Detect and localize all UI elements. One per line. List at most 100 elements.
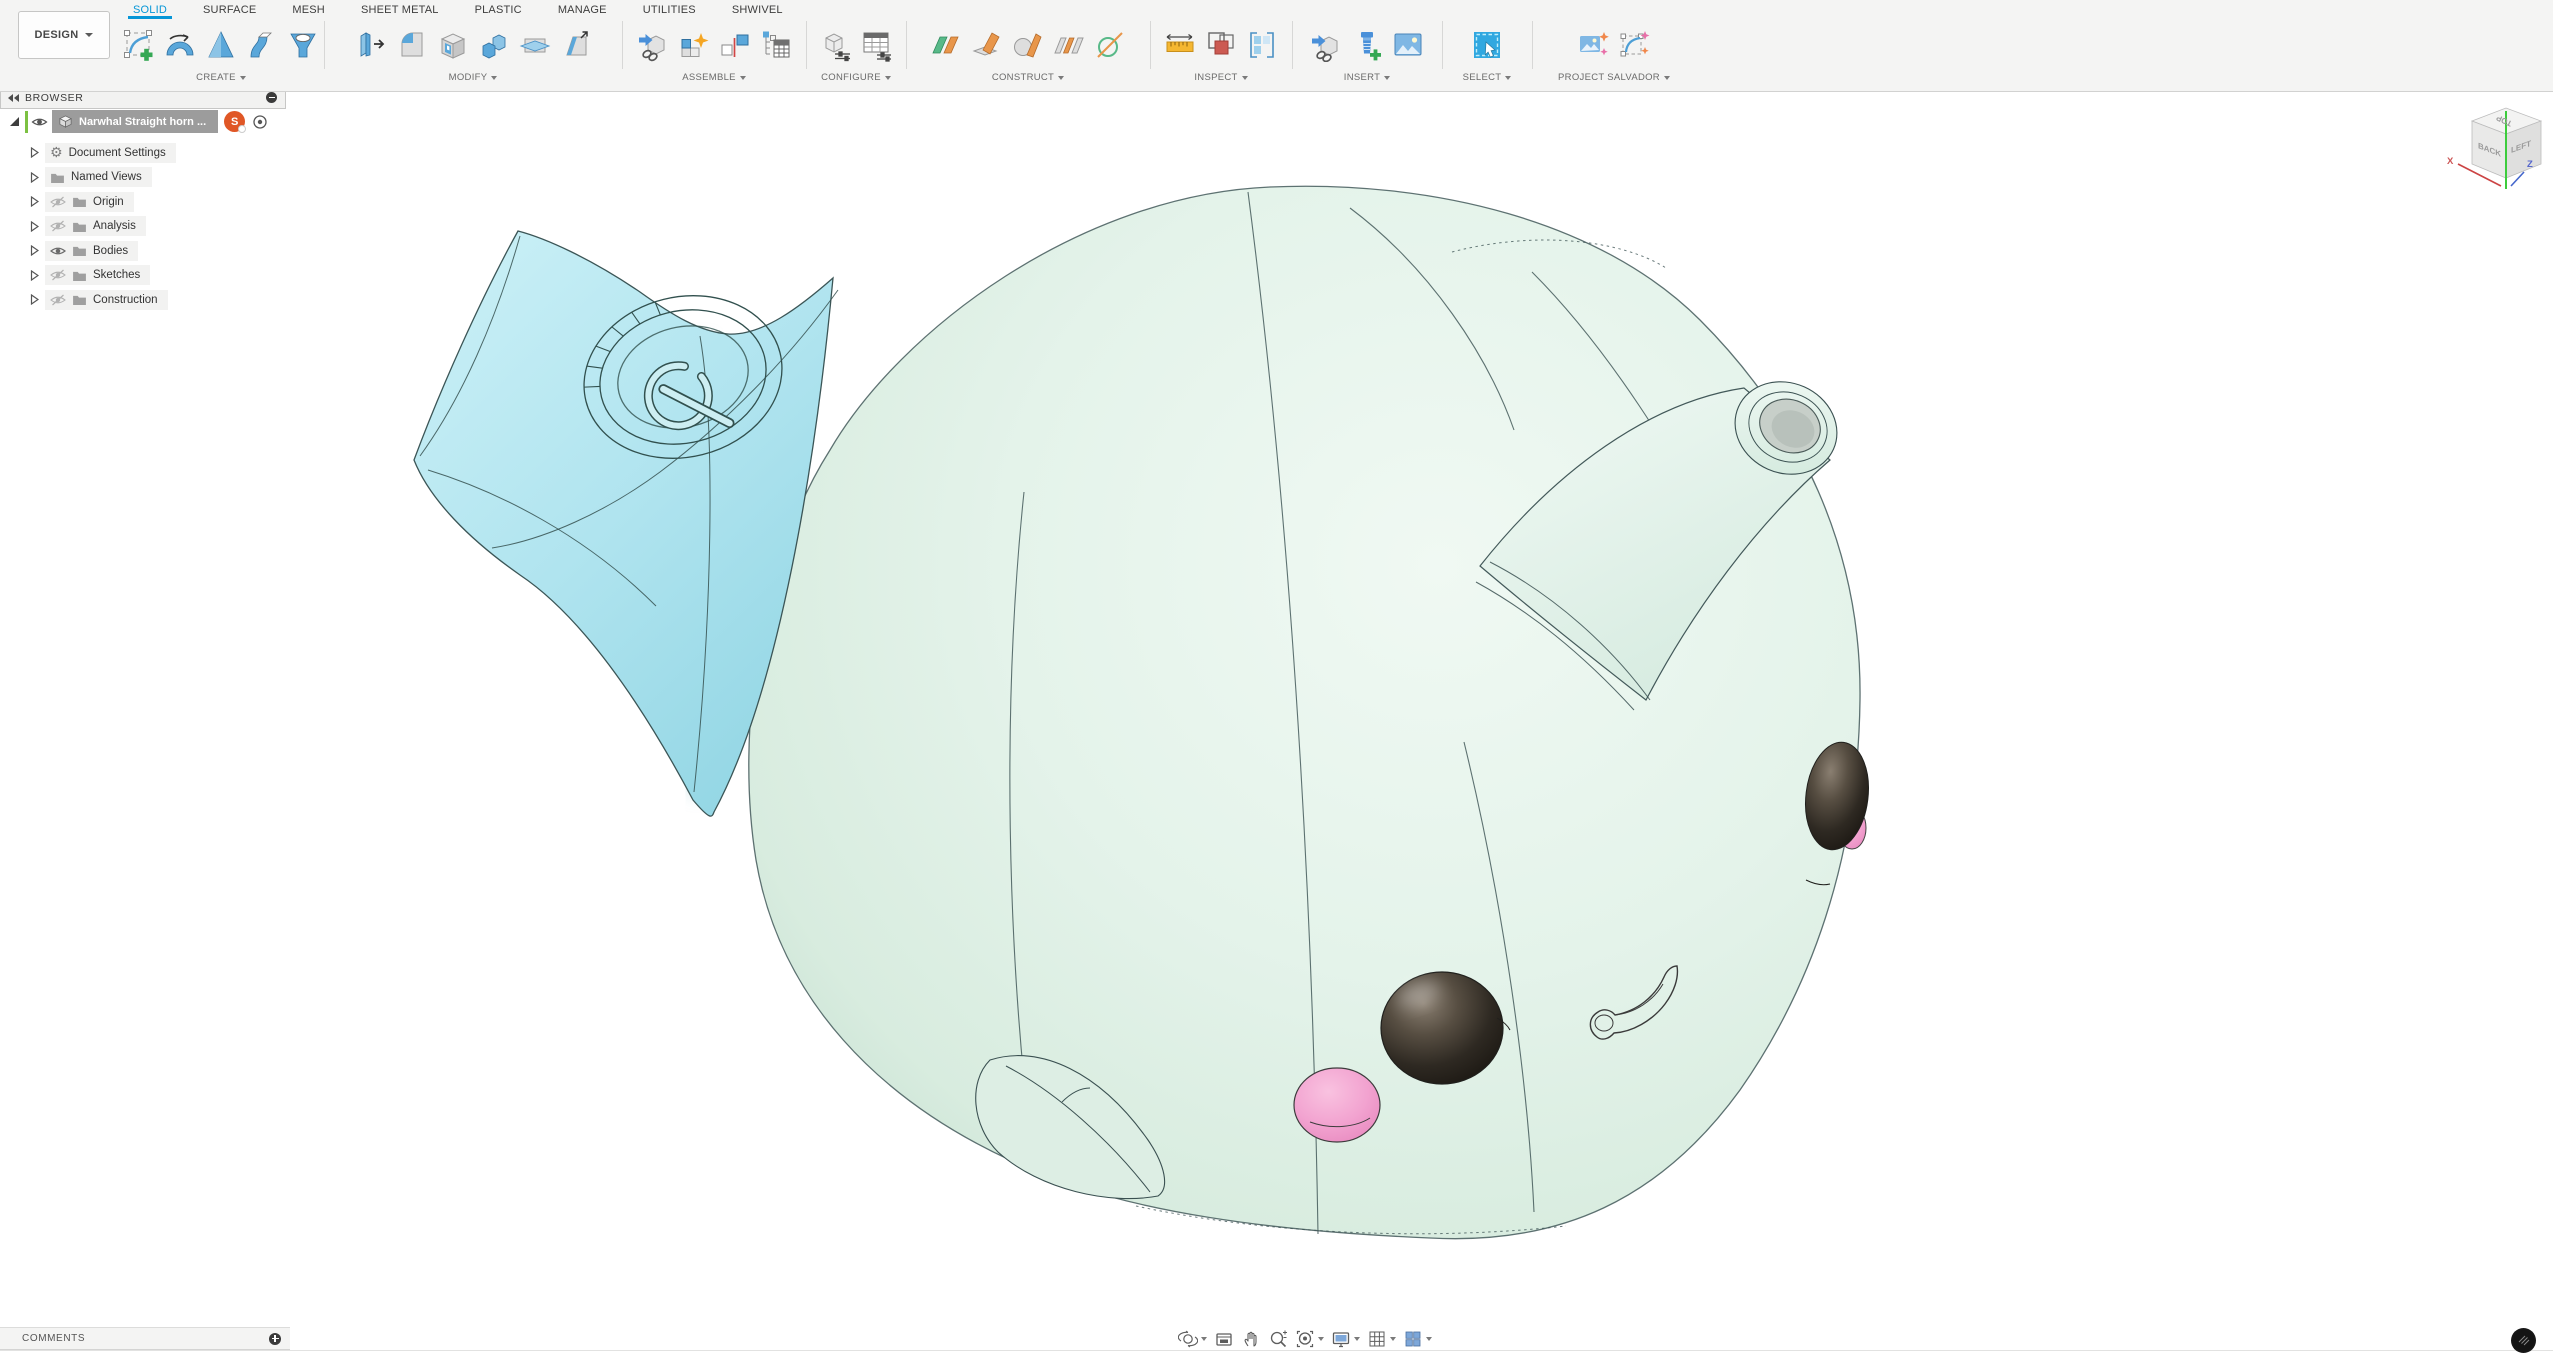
pan-icon[interactable] — [1241, 1329, 1261, 1349]
measure-icon[interactable] — [1163, 28, 1197, 62]
dropdown-caret-icon — [1384, 76, 1390, 80]
view-cube[interactable]: TOP BACK LEFT X Z — [2435, 95, 2553, 215]
press-pull-icon[interactable] — [354, 28, 388, 62]
browser-row-named-views[interactable]: Named Views — [30, 167, 152, 188]
add-comment-icon[interactable] — [269, 1333, 281, 1345]
offset-plane-icon[interactable] — [929, 28, 963, 62]
eye-icon[interactable] — [50, 245, 66, 257]
group-label-assemble[interactable]: ASSEMBLE — [682, 72, 746, 83]
activate-component-icon[interactable] — [252, 114, 268, 130]
eye-hidden-icon[interactable] — [50, 220, 66, 232]
comments-bar[interactable]: COMMENTS — [0, 1327, 290, 1350]
display-settings-icon[interactable] — [1331, 1329, 1360, 1349]
plane-at-angle-icon[interactable] — [970, 28, 1004, 62]
browser-row-analysis[interactable]: Analysis — [30, 216, 146, 237]
dropdown-caret-icon — [1390, 1337, 1396, 1341]
group-label-insert[interactable]: INSERT — [1344, 72, 1390, 83]
group-label-create[interactable]: CREATE — [196, 72, 246, 83]
dropdown-caret-icon — [1426, 1337, 1432, 1341]
eye-hidden-icon[interactable] — [50, 196, 66, 208]
ai-sketch-icon[interactable] — [1618, 28, 1652, 62]
fit-icon[interactable] — [1295, 1329, 1324, 1349]
draft-icon[interactable] — [559, 28, 593, 62]
folder-icon — [72, 294, 87, 305]
toolbar: DESIGN SOLID SURFACE MESH SHEET METAL PL… — [0, 0, 2553, 92]
canvas-icon[interactable] — [1391, 28, 1425, 62]
tab-sheet-metal[interactable]: SHEET METAL — [356, 2, 444, 19]
expand-arrow-icon[interactable] — [10, 117, 19, 126]
midplane-icon[interactable] — [1052, 28, 1086, 62]
browser-row-document-settings[interactable]: ⚙ Document Settings — [30, 142, 176, 163]
group-label-project-salvador[interactable]: PROJECT SALVADOR — [1558, 72, 1670, 83]
insert-derive-icon[interactable] — [1309, 28, 1343, 62]
workspace-switcher[interactable]: DESIGN — [18, 11, 110, 59]
browser-row-sketches[interactable]: Sketches — [30, 265, 150, 286]
display-state-icon[interactable] — [1245, 28, 1279, 62]
dropdown-caret-icon — [1201, 1337, 1207, 1341]
configuration-table-icon[interactable] — [860, 28, 894, 62]
collapse-panel-icon[interactable] — [8, 94, 19, 102]
component-pattern-icon[interactable] — [759, 28, 793, 62]
browser-row-origin[interactable]: Origin — [30, 191, 134, 212]
axis-through-circle-icon[interactable] — [1093, 28, 1127, 62]
joint-icon[interactable] — [718, 28, 752, 62]
sweep-icon[interactable] — [245, 28, 279, 62]
new-component-icon[interactable] — [677, 28, 711, 62]
group-label-select[interactable]: SELECT — [1463, 72, 1512, 83]
viewports-icon[interactable] — [1403, 1329, 1432, 1349]
group-label-modify[interactable]: MODIFY — [449, 72, 498, 83]
group-label-construct[interactable]: CONSTRUCT — [992, 72, 1064, 83]
dropdown-caret-icon — [740, 76, 746, 80]
tab-utilities[interactable]: UTILITIES — [638, 2, 701, 19]
insert-component-icon[interactable] — [636, 28, 670, 62]
tangent-plane-icon[interactable] — [1011, 28, 1045, 62]
orbit-icon[interactable] — [1178, 1329, 1207, 1349]
tab-manage[interactable]: MANAGE — [553, 2, 612, 19]
fillet-icon[interactable] — [395, 28, 429, 62]
eye-hidden-icon[interactable] — [50, 294, 66, 306]
eye-hidden-icon[interactable] — [50, 269, 66, 281]
remove-panel-icon[interactable] — [266, 92, 277, 103]
browser-row-bodies[interactable]: Bodies — [30, 240, 138, 261]
tab-plastic[interactable]: PLASTIC — [470, 2, 527, 19]
feedback-bubble-icon[interactable] — [2511, 1328, 2536, 1353]
expand-arrow-icon[interactable] — [30, 196, 39, 207]
create-sketch-icon[interactable] — [122, 28, 156, 62]
group-construct: CONSTRUCT — [906, 19, 1150, 90]
loft-icon[interactable] — [204, 28, 238, 62]
expand-arrow-icon[interactable] — [30, 270, 39, 281]
tab-shwivel[interactable]: SHWIVEL — [727, 2, 788, 19]
group-assemble: ASSEMBLE — [622, 19, 806, 90]
expand-arrow-icon[interactable] — [30, 172, 39, 183]
browser-root-row[interactable]: Narwhal Straight horn ... S — [10, 111, 268, 132]
select-icon[interactable] — [1470, 28, 1504, 62]
expand-arrow-icon[interactable] — [30, 294, 39, 305]
3d-viewport[interactable] — [0, 0, 2553, 1357]
split-body-icon[interactable] — [518, 28, 552, 62]
collaborator-avatar[interactable]: S — [224, 111, 245, 132]
look-at-icon[interactable] — [1214, 1329, 1234, 1349]
eye-icon[interactable] — [31, 116, 48, 128]
zoom-icon[interactable] — [1268, 1329, 1288, 1349]
browser-row-construction[interactable]: Construction — [30, 289, 168, 310]
combine-icon[interactable] — [477, 28, 511, 62]
ai-image-icon[interactable] — [1577, 28, 1611, 62]
section-analysis-icon[interactable] — [1204, 28, 1238, 62]
expand-arrow-icon[interactable] — [30, 147, 39, 158]
hole-icon[interactable] — [286, 28, 320, 62]
tab-surface[interactable]: SURFACE — [198, 2, 261, 19]
group-label-configure[interactable]: CONFIGURE — [821, 72, 891, 83]
tab-mesh[interactable]: MESH — [287, 2, 330, 19]
chevron-down-icon — [85, 33, 93, 37]
insert-fastener-icon[interactable] — [1350, 28, 1384, 62]
shell-icon[interactable] — [436, 28, 470, 62]
expand-arrow-icon[interactable] — [30, 245, 39, 256]
group-label-inspect[interactable]: INSPECT — [1194, 72, 1247, 83]
tab-solid[interactable]: SOLID — [128, 2, 172, 19]
navigation-toolbar — [1178, 1326, 1432, 1352]
configure-icon[interactable] — [819, 28, 853, 62]
expand-arrow-icon[interactable] — [30, 221, 39, 232]
revolve-icon[interactable] — [163, 28, 197, 62]
narwhal-left-cheek[interactable] — [1294, 1068, 1380, 1142]
grid-snaps-icon[interactable] — [1367, 1329, 1396, 1349]
